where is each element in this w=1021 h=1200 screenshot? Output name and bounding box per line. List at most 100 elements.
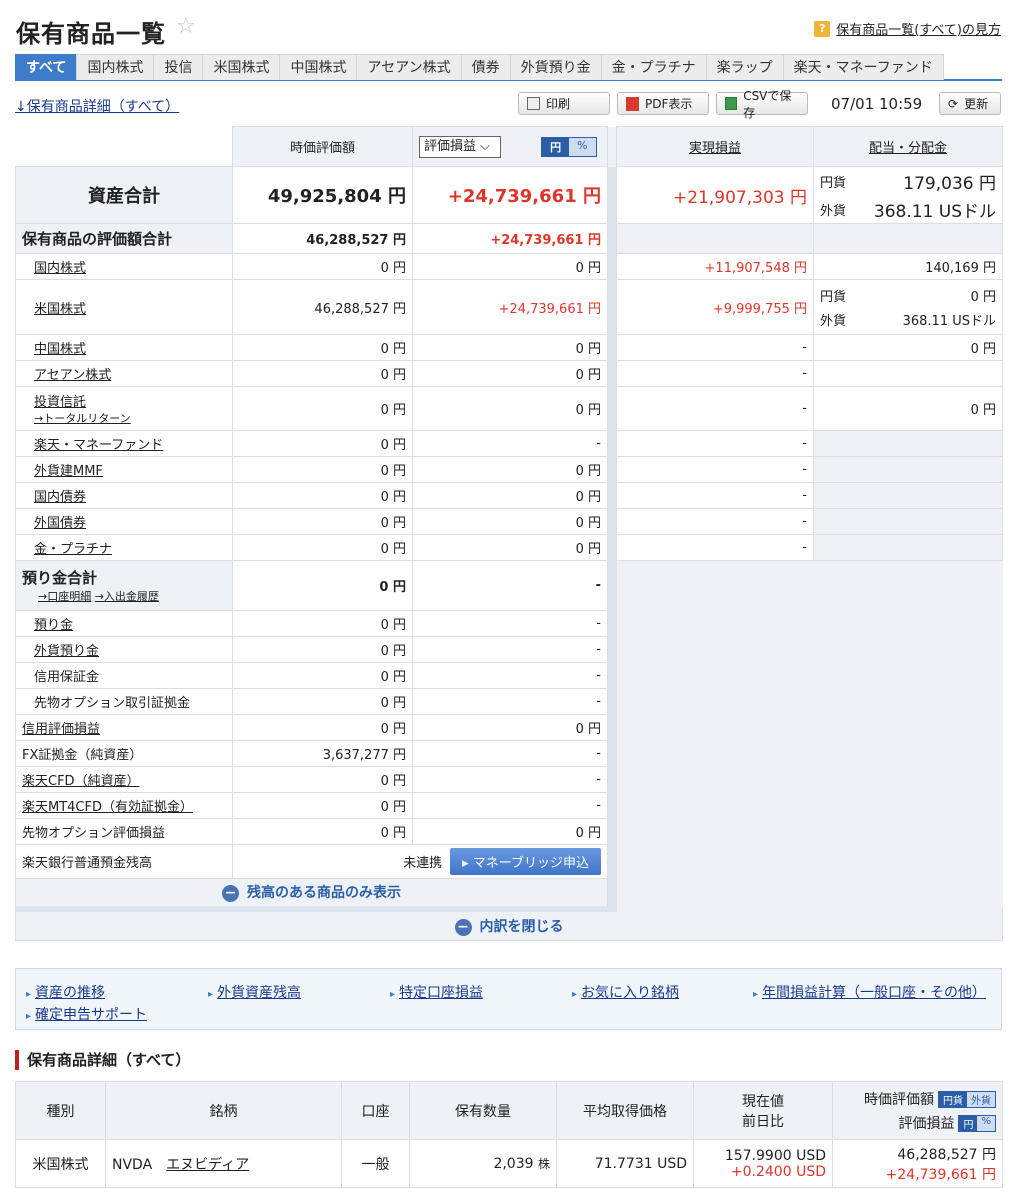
total-pl: +24,739,661 円	[412, 166, 608, 224]
empty-cell	[813, 534, 1003, 561]
table-row: 外国債券 0 円 0 円 -	[15, 508, 1003, 535]
tab-us-stock[interactable]: 米国株式	[202, 54, 281, 80]
col-account: 口座	[341, 1081, 410, 1140]
separator	[607, 610, 617, 637]
deposit-label: 預り金合計	[22, 569, 98, 587]
link-asset-history[interactable]: 資産の推移	[26, 982, 105, 1002]
favorite-star-icon[interactable]: ☆	[176, 14, 196, 39]
row-fbond-link[interactable]: 外国債券	[34, 516, 86, 531]
header-pl-cell: 評価損益 ⌵ 円%	[412, 126, 608, 167]
csv-button[interactable]: CSVで保存	[716, 89, 808, 120]
help-icon: ?	[814, 20, 831, 37]
div-fx-value: 368.11 USドル	[873, 201, 996, 222]
cell-realized: -	[616, 482, 814, 509]
row-dbond-link[interactable]: 国内債券	[34, 490, 86, 505]
tab-all[interactable]: すべて	[15, 54, 78, 80]
row-futures-pl-label: 先物オプション評価損益	[15, 818, 233, 845]
col-qty: 保有数量	[409, 1081, 557, 1140]
cash-history-link[interactable]: →入出金履歴	[95, 590, 159, 603]
stock-name-link[interactable]: エヌビディア	[166, 1157, 249, 1173]
cell-realized: -	[616, 360, 814, 387]
header-realized[interactable]: 実現損益	[616, 126, 814, 167]
empty-cell	[616, 223, 814, 254]
holdings-detail-link[interactable]: ↓保有商品詳細（すべて）	[15, 96, 179, 116]
row-type: 米国株式	[15, 1139, 106, 1188]
close-breakdown-button[interactable]: − 内訳を閉じる	[15, 905, 1003, 941]
tab-gold-platinum[interactable]: 金・プラチナ	[600, 54, 707, 80]
dividend-link[interactable]: 配当・分配金	[869, 141, 947, 156]
tab-asean-stock[interactable]: アセアン株式	[356, 54, 462, 80]
link-specific-account[interactable]: 特定口座損益	[390, 982, 483, 1002]
realized-link[interactable]: 実現損益	[689, 141, 741, 156]
minus-circle-icon: −	[222, 885, 239, 903]
tab-investment-trust[interactable]: 投信	[153, 54, 204, 80]
row-china-link[interactable]: 中国株式	[34, 342, 86, 357]
table-row: 楽天・マネーファンド 0 円 - -	[15, 430, 1003, 457]
row-mmf-link[interactable]: 外貨建MMF	[34, 464, 103, 479]
cell-pl: 0 円	[412, 334, 608, 361]
row-us-link[interactable]: 米国株式	[34, 302, 86, 317]
empty-cell	[813, 456, 1003, 483]
cell-value: 0 円	[232, 456, 413, 483]
empty-area	[616, 560, 814, 941]
row-qty-unit: 株	[537, 1157, 550, 1171]
total-assets-row: 資産合計 49,925,804 円 +24,739,661 円 +21,907,…	[15, 166, 1003, 224]
print-button[interactable]: 印刷	[518, 92, 610, 115]
tab-fx-deposit[interactable]: 外貨預り金	[509, 54, 602, 80]
help-link[interactable]: ? 保有商品一覧(すべて)の見方	[814, 19, 1001, 38]
tab-rakuwrap[interactable]: 楽ラップ	[705, 54, 784, 80]
update-timestamp: 07/01 10:59	[831, 95, 923, 113]
minus-circle-icon: −	[454, 918, 472, 936]
link-fx-assets[interactable]: 外貨資産残高	[208, 982, 301, 1002]
total-dividend: 円貨 179,036 円 外貨 368.11 USドル	[813, 166, 1003, 224]
separator	[607, 818, 617, 845]
row-moneyfund-link[interactable]: 楽天・マネーファンド	[34, 438, 163, 453]
table-row: 米国株式 46,288,527 円 +24,739,661 円 +9,999,7…	[15, 279, 1003, 335]
row-cfd-link[interactable]: 楽天CFD（純資産）	[22, 774, 140, 789]
row-deposit-link[interactable]: 預り金	[34, 618, 73, 633]
tab-bonds[interactable]: 債券	[460, 54, 511, 80]
row-fund-link[interactable]: 投資信託	[34, 395, 86, 410]
row-margin-pl-link[interactable]: 信用評価損益	[22, 722, 100, 737]
row-gold-link[interactable]: 金・プラチナ	[34, 542, 112, 557]
cell-pl: -	[412, 636, 608, 663]
row-domestic-link[interactable]: 国内株式	[34, 261, 86, 276]
table-row: 外貨建MMF 0 円 0 円 -	[15, 456, 1003, 483]
cell-value: 0 円	[232, 253, 413, 280]
row-value: 46,288,527 円 +24,739,661 円	[832, 1139, 1003, 1188]
tab-china-stock[interactable]: 中国株式	[279, 54, 358, 80]
row-fx-deposit-link[interactable]: 外貨預り金	[34, 644, 99, 659]
pdf-button[interactable]: PDF表示	[617, 92, 709, 115]
link-tax-support[interactable]: 確定申告サポート	[26, 1004, 147, 1024]
pl-pct-button[interactable]: %	[977, 1116, 995, 1131]
table-row: 国内債券 0 円 0 円 -	[15, 482, 1003, 509]
cell-value: 0 円	[232, 610, 413, 637]
cell-dividend: 0 円	[813, 386, 1003, 431]
cell-pl: -	[412, 610, 608, 637]
total-return-link[interactable]: →トータルリターン	[34, 410, 226, 426]
pl-yen-button[interactable]: 円	[959, 1116, 978, 1131]
row-asean-link[interactable]: アセアン株式	[34, 368, 111, 383]
tab-domestic-stock[interactable]: 国内株式	[76, 54, 155, 80]
tab-money-fund[interactable]: 楽天・マネーファンド	[782, 54, 944, 80]
show-balance-button[interactable]: − 残高のある商品のみ表示	[15, 878, 608, 909]
currency-toggle: 円貨 外貨	[938, 1091, 996, 1108]
pl-select[interactable]: 評価損益 ⌵	[419, 135, 501, 158]
currency-fx-button[interactable]: 外貨	[967, 1092, 995, 1107]
cell-pl: 0 円	[412, 253, 608, 280]
close-row: − 内訳を閉じる	[15, 905, 1003, 941]
row-mt4cfd-link[interactable]: 楽天MT4CFD（有効証拠金）	[22, 800, 193, 815]
money-bridge-button[interactable]: ▸ マネーブリッジ申込	[450, 848, 601, 875]
link-favorites[interactable]: お気に入り銘柄	[572, 982, 679, 1002]
link-annual-pl[interactable]: 年間損益計算（一般口座・その他）	[753, 982, 986, 1002]
unit-percent-button[interactable]: %	[569, 137, 596, 156]
refresh-button[interactable]: ⟳ 更新	[939, 92, 1001, 115]
print-label: 印刷	[546, 97, 571, 111]
cell-realized: +9,999,755 円	[616, 279, 814, 335]
currency-jpy-button[interactable]: 円貨	[939, 1092, 967, 1107]
deposit-total-row: 預り金合計 →口座明細 →入出金履歴 0 円 -	[15, 560, 1003, 941]
account-detail-link[interactable]: →口座明細	[38, 590, 91, 603]
unit-yen-button[interactable]: 円	[542, 137, 570, 156]
col-price: 現在値 前日比	[693, 1081, 833, 1140]
header-dividend[interactable]: 配当・分配金	[813, 126, 1003, 167]
